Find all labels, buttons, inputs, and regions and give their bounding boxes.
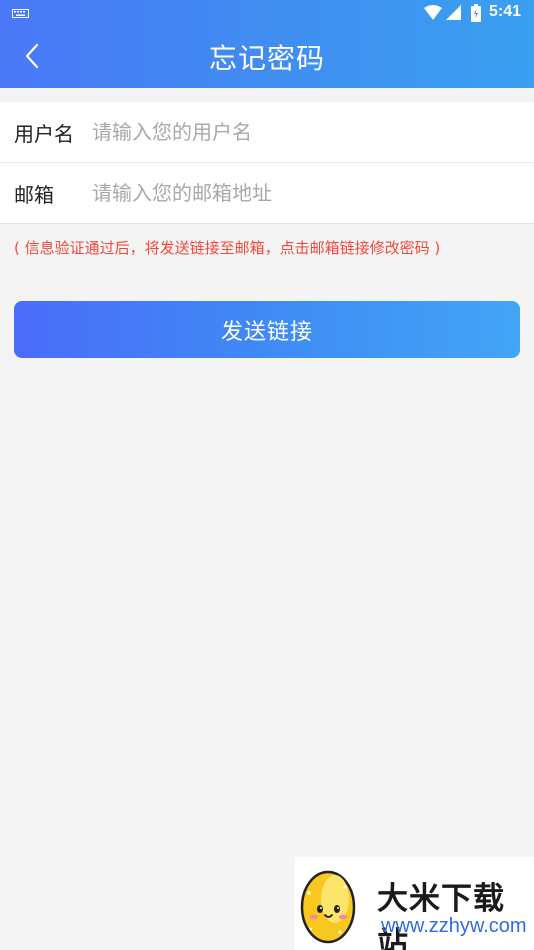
reset-form: 用户名 邮箱 — [0, 102, 534, 224]
watermark-url: www.zzhyw.com — [381, 915, 527, 937]
keyboard-icon — [12, 9, 29, 18]
username-row: 用户名 — [0, 102, 534, 163]
verification-hint: ( 信息验证通过后，将发送链接至邮箱，点击邮箱链接修改密码 ) — [14, 239, 441, 257]
email-input[interactable] — [92, 181, 534, 205]
header-bar: 5:41 忘记密码 — [0, 0, 534, 88]
wifi-icon — [424, 5, 442, 20]
status-time: 5:41 — [489, 3, 522, 20]
username-label: 用户名 — [14, 121, 74, 146]
signal-icon — [446, 5, 461, 20]
forgot-password-screen: 5:41 忘记密码 用户名 邮箱 ( 信息验证通过后，将发送链接至邮箱，点击邮箱… — [0, 0, 534, 950]
watermark: 大米下载站 www.zzhyw.com — [295, 857, 534, 950]
username-input[interactable] — [92, 120, 534, 144]
app-bar: 忘记密码 — [0, 27, 534, 88]
email-row: 邮箱 — [0, 163, 534, 224]
page-title: 忘记密码 — [208, 42, 325, 75]
status-bar: 5:41 — [0, 0, 534, 27]
battery-icon — [471, 4, 481, 22]
rice-mascot-logo — [300, 870, 356, 944]
send-link-button[interactable]: 发送链接 — [14, 301, 520, 358]
watermark-name: 大米下载站 — [377, 881, 505, 950]
email-label: 邮箱 — [14, 182, 54, 207]
